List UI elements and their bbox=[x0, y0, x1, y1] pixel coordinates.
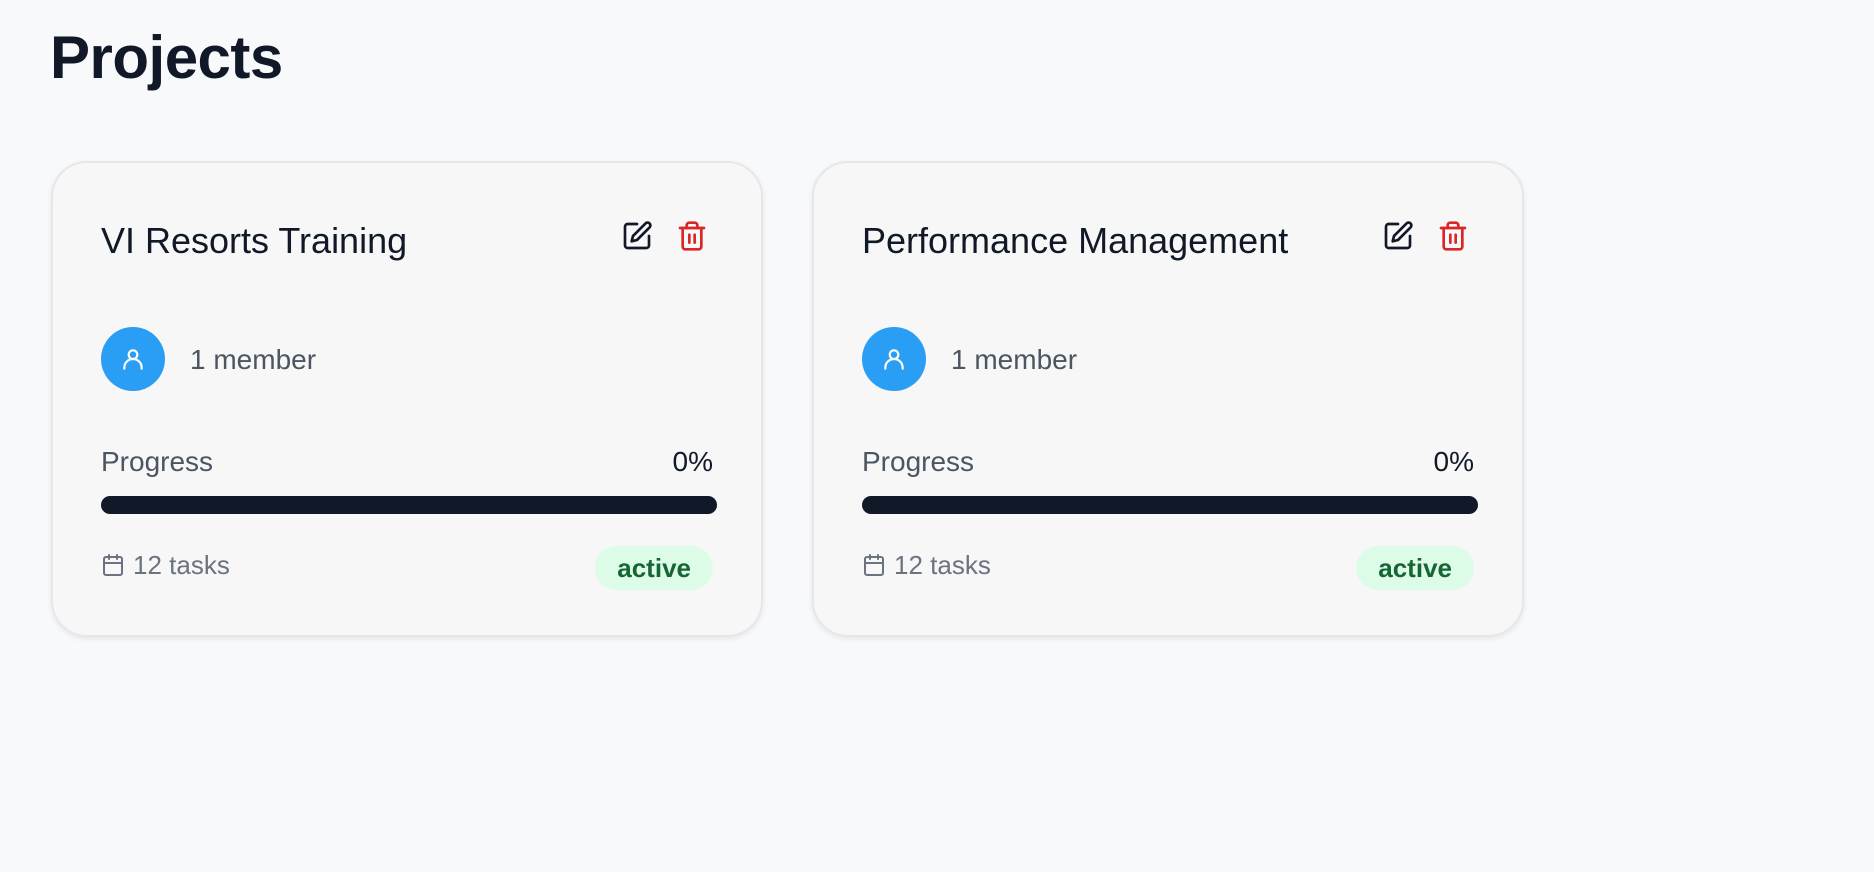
delete-button[interactable] bbox=[1435, 218, 1471, 254]
edit-button[interactable] bbox=[1380, 218, 1416, 254]
progress-bar bbox=[101, 496, 717, 514]
project-card[interactable]: Performance Management 1 member Progress… bbox=[812, 161, 1524, 637]
progress-bar bbox=[862, 496, 1478, 514]
progress-value: 0% bbox=[672, 446, 713, 477]
page-title: Projects bbox=[50, 24, 283, 91]
edit-icon bbox=[1384, 221, 1413, 250]
edit-button[interactable] bbox=[619, 218, 655, 254]
progress-value: 0% bbox=[1433, 446, 1474, 477]
status-badge: active bbox=[595, 546, 713, 590]
task-count: 12 tasks bbox=[101, 549, 230, 581]
avatar bbox=[862, 327, 926, 391]
member-count: 1 member bbox=[190, 344, 317, 375]
project-title: VI Resorts Training bbox=[101, 220, 408, 261]
avatar bbox=[101, 327, 165, 391]
progress-label: Progress bbox=[101, 446, 214, 477]
project-card[interactable]: VI Resorts Training 1 member Progress 0%… bbox=[51, 161, 763, 637]
task-count-label: 12 tasks bbox=[894, 550, 991, 580]
user-icon bbox=[884, 349, 904, 370]
member-count: 1 member bbox=[951, 344, 1078, 375]
trash-icon bbox=[678, 221, 706, 251]
status-badge: active bbox=[1356, 546, 1474, 590]
task-count: 12 tasks bbox=[862, 549, 991, 581]
calendar-icon bbox=[864, 554, 884, 576]
project-card-list: VI Resorts Training 1 member Progress 0%… bbox=[51, 161, 1524, 637]
delete-button[interactable] bbox=[674, 218, 710, 254]
edit-icon bbox=[623, 221, 652, 250]
project-title: Performance Management bbox=[862, 220, 1289, 261]
progress-label: Progress bbox=[862, 446, 975, 477]
calendar-icon bbox=[103, 554, 123, 576]
task-count-label: 12 tasks bbox=[133, 550, 230, 580]
trash-icon bbox=[1439, 221, 1467, 251]
user-icon bbox=[123, 349, 143, 370]
